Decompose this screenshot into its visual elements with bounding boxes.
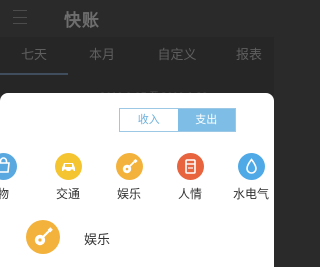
category-label: 人情: [177, 187, 202, 201]
expense-toggle-option[interactable]: 支出: [177, 109, 235, 131]
type-toggle: 收入 支出: [119, 108, 236, 132]
water-drop-icon: [237, 153, 265, 180]
period-tabs: 七天 本月 自定义 报表: [0, 37, 274, 75]
income-toggle-option[interactable]: 收入: [120, 109, 178, 131]
tab-report[interactable]: 报表: [218, 37, 274, 75]
guitar-icon: [26, 220, 60, 254]
category-gifts[interactable]: 人情: [160, 153, 220, 202]
selected-category-label: 娱乐: [84, 233, 111, 248]
hamburger-menu-icon[interactable]: [13, 9, 29, 25]
category-label: 交通: [55, 187, 80, 201]
app-title: 快账: [64, 11, 100, 31]
tab-seven-days[interactable]: 七天: [0, 37, 68, 75]
app-screen: 快账 七天 本月 自定义 报表 2019-1-17 至 2019-1-23 收入…: [0, 0, 274, 267]
add-record-sheet: 收入 支出 物 交通 娱乐 人情 水电气 娱乐: [0, 93, 274, 267]
category-label: 娱乐: [116, 187, 141, 201]
car-icon: [54, 153, 82, 180]
app-header: 快账: [0, 0, 274, 37]
guitar-icon: [115, 153, 143, 180]
category-transport[interactable]: 交通: [38, 153, 98, 202]
category-shopping[interactable]: 物: [0, 153, 33, 202]
category-entertainment[interactable]: 娱乐: [99, 153, 159, 202]
category-utilities[interactable]: 水电气: [221, 153, 274, 202]
date-range-bar: 2019-1-17 至 2019-1-23: [0, 75, 274, 102]
selected-category-row[interactable]: 娱乐: [26, 220, 226, 254]
category-label: 物: [0, 187, 9, 201]
tab-this-month[interactable]: 本月: [68, 37, 136, 75]
category-label: 水电气: [232, 187, 269, 201]
tab-custom[interactable]: 自定义: [136, 37, 218, 75]
shopping-icon: [0, 153, 17, 180]
gift-card-icon: [176, 153, 204, 180]
